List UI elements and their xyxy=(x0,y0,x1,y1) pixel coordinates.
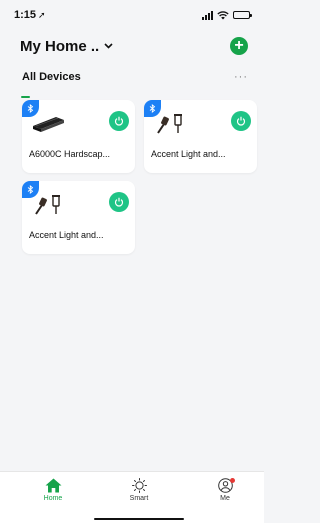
device-card[interactable]: Accent Light and... xyxy=(144,100,257,173)
tab-label: Me xyxy=(220,495,230,502)
accent-light-icon xyxy=(157,114,182,134)
device-card[interactable]: A6000C Hardscap... xyxy=(22,100,135,173)
power-toggle-button[interactable] xyxy=(109,192,129,212)
status-bar: 1:15 ➚ xyxy=(0,0,264,30)
home-icon xyxy=(45,478,61,493)
plus-icon: + xyxy=(234,37,244,54)
header: My Home .. + xyxy=(0,30,264,62)
status-indicators xyxy=(202,10,252,20)
sun-icon xyxy=(131,478,147,493)
device-name: A6000C Hardscap... xyxy=(29,149,111,159)
power-icon xyxy=(236,116,246,126)
active-tab-indicator xyxy=(21,96,30,98)
home-selector[interactable]: My Home .. xyxy=(20,38,113,55)
wifi-icon xyxy=(217,10,229,19)
hardscape-light-icon xyxy=(33,117,64,132)
add-device-button[interactable]: + xyxy=(230,37,248,55)
tab-label: Home xyxy=(43,495,63,502)
accent-light-icon xyxy=(35,195,60,215)
power-icon xyxy=(114,116,124,126)
power-toggle-button[interactable] xyxy=(109,111,129,131)
tab-all-devices[interactable]: All Devices xyxy=(22,71,81,83)
bottom-tab-bar: Home Smart Me xyxy=(0,471,264,523)
tab-home[interactable]: Home xyxy=(33,478,73,502)
tab-me[interactable]: Me xyxy=(205,478,245,502)
battery-icon xyxy=(233,11,252,19)
device-card[interactable]: Accent Light and... xyxy=(22,181,135,254)
device-name: Accent Light and... xyxy=(29,230,104,240)
device-tabs: All Devices ··· xyxy=(0,62,264,98)
power-toggle-button[interactable] xyxy=(231,111,251,131)
home-indicator xyxy=(94,518,184,520)
location-arrow-icon: ➚ xyxy=(38,10,46,20)
cellular-signal-icon xyxy=(202,10,213,20)
notification-dot xyxy=(230,478,235,483)
power-icon xyxy=(114,197,124,207)
tab-label: Smart xyxy=(129,495,149,502)
status-time: 1:15 ➚ xyxy=(14,9,46,21)
device-name: Accent Light and... xyxy=(151,149,226,159)
home-title: My Home .. xyxy=(20,37,100,55)
chevron-down-icon xyxy=(104,43,113,49)
more-options-button[interactable]: ··· xyxy=(234,71,248,83)
tab-smart[interactable]: Smart xyxy=(119,478,159,502)
